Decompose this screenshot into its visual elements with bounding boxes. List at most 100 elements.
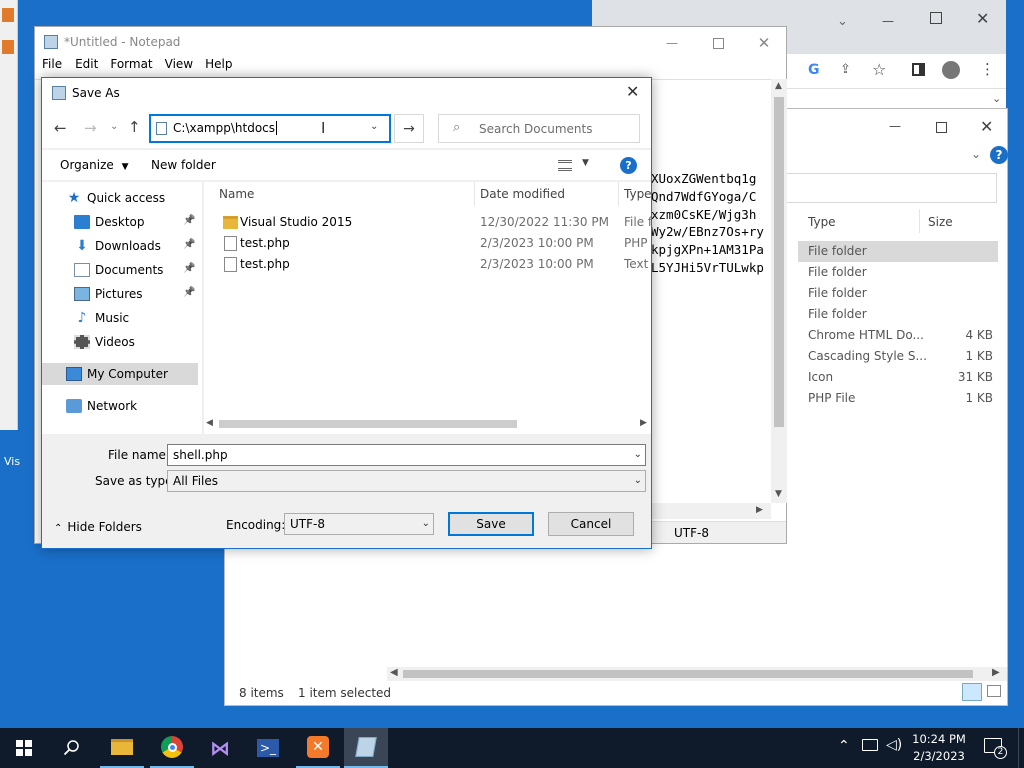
clock-date[interactable]: 2/3/2023 [912, 749, 966, 763]
maximize-button[interactable] [695, 27, 741, 59]
side-panel-icon[interactable] [912, 63, 925, 76]
chevron-down-icon[interactable]: ⌄ [634, 445, 642, 465]
scroll-down-icon[interactable]: ▼ [775, 489, 782, 499]
nav-item-pictures[interactable]: Pictures 📌 [42, 283, 198, 305]
show-desktop-button[interactable] [1018, 728, 1024, 768]
save-button[interactable]: Save [448, 512, 534, 536]
share-icon[interactable]: ⇪ [840, 62, 851, 77]
menu-format[interactable]: Format [104, 57, 158, 77]
close-button[interactable]: ✕ [626, 82, 639, 101]
forward-arrow-icon[interactable]: → [84, 119, 97, 137]
chrome-taskbar-button[interactable] [150, 728, 194, 768]
horizontal-scrollbar[interactable]: ▶ [652, 503, 771, 519]
scrollbar-thumb[interactable] [219, 420, 517, 428]
chevron-down-icon[interactable]: ⌄ [837, 14, 848, 29]
search-box[interactable]: ⌕ Search Documents [438, 114, 640, 143]
minimize-icon[interactable]: — [882, 14, 894, 28]
view-options-icon[interactable] [558, 160, 572, 171]
horizontal-scrollbar[interactable]: ◀ ▶ [387, 667, 1007, 681]
column-header-size[interactable]: Size [928, 215, 953, 229]
address-dropdown-icon[interactable]: ⌄ [370, 121, 378, 132]
address-bar[interactable]: C:\xampp\htdocs I ⌄ [149, 114, 391, 143]
details-view-icon[interactable] [962, 683, 982, 701]
column-header-name[interactable]: Name [219, 182, 254, 206]
nav-item-music[interactable]: ♪ Music [42, 307, 198, 329]
xampp-taskbar-button[interactable]: ✕ [296, 728, 340, 768]
volume-icon[interactable]: ◁) [886, 737, 902, 753]
menu-edit[interactable]: Edit [69, 57, 104, 77]
horizontal-scrollbar[interactable]: ◀ ▶ [204, 416, 651, 432]
network-status-icon[interactable] [862, 739, 878, 751]
profile-avatar[interactable] [942, 61, 960, 79]
scroll-right-icon[interactable]: ▶ [640, 418, 647, 428]
column-header-type[interactable]: Type [808, 215, 836, 229]
column-header-date[interactable]: Date modified [480, 182, 565, 206]
notepad-taskbar-button[interactable] [344, 728, 388, 768]
organize-button[interactable]: Organize ▼ [60, 158, 129, 172]
chevron-down-icon[interactable]: ⌄ [992, 92, 1001, 105]
help-icon[interactable]: ? [990, 146, 1008, 164]
file-name: Visual Studio 2015 [240, 215, 353, 229]
address-input[interactable]: C:\xampp\htdocs [173, 121, 278, 135]
large-icons-view-icon[interactable] [987, 685, 1001, 697]
close-icon[interactable]: ✕ [976, 9, 989, 28]
go-button[interactable]: → [394, 114, 424, 143]
nav-item-videos[interactable]: Videos [42, 331, 198, 353]
back-arrow-icon[interactable]: ← [54, 119, 67, 137]
nav-item-desktop[interactable]: Desktop 📌 [42, 211, 198, 233]
file-name-input[interactable]: shell.php ⌄ [167, 444, 646, 466]
hide-folders-button[interactable]: ⌃ Hide Folders [54, 520, 142, 534]
nav-item-documents[interactable]: Documents 📌 [42, 259, 198, 281]
minimize-icon[interactable]: — [889, 119, 901, 133]
chevron-down-icon: ⌄ [633, 475, 642, 486]
scroll-right-icon[interactable]: ▶ [756, 505, 763, 515]
chevron-down-icon[interactable]: ⌄ [971, 147, 981, 161]
clock-time[interactable]: 10:24 PM [912, 732, 966, 746]
file-row[interactable]: test.php 2/3/2023 10:00 PM Text [204, 254, 648, 275]
column-header-type[interactable]: Type [624, 182, 651, 206]
menu-help[interactable]: Help [199, 57, 238, 77]
scroll-left-icon[interactable]: ◀ [390, 667, 398, 678]
powershell-taskbar-button[interactable]: >_ [246, 728, 290, 768]
close-icon[interactable]: ✕ [980, 117, 993, 136]
encoding-select[interactable]: UTF-8 ⌄ [284, 513, 434, 535]
cancel-button[interactable]: Cancel [548, 512, 634, 536]
file-explorer-taskbar-button[interactable] [100, 728, 144, 768]
nav-item-quick-access[interactable]: ★ Quick access [42, 187, 198, 209]
scroll-up-icon[interactable]: ▲ [775, 81, 782, 91]
file-row[interactable]: test.php 2/3/2023 10:00 PM PHP [204, 233, 648, 254]
start-button[interactable] [2, 728, 46, 768]
help-button[interactable]: ? [620, 157, 637, 174]
vertical-scrollbar[interactable]: ▲ ▼ [771, 79, 787, 503]
desktop-shortcut-label[interactable]: Vis [4, 455, 20, 468]
save-type-select[interactable]: All Files ⌄ [167, 470, 646, 492]
file-row[interactable]: Visual Studio 2015 12/30/2022 11:30 PM Fil… [204, 212, 651, 233]
nav-item-network[interactable]: Network [42, 395, 198, 417]
nav-item-my-computer[interactable]: My Computer [42, 363, 198, 385]
chrome-menu-icon[interactable]: ⋮ [980, 60, 995, 78]
up-arrow-icon[interactable]: ↑ [128, 118, 141, 136]
visual-studio-taskbar-button[interactable]: ⋈ [198, 728, 242, 768]
menu-view[interactable]: View [159, 57, 199, 77]
scrollbar-thumb[interactable] [774, 97, 784, 427]
maximize-icon[interactable] [936, 122, 947, 133]
new-folder-button[interactable]: New folder [151, 158, 216, 172]
nav-item-downloads[interactable]: ⬇ Downloads 📌 [42, 235, 198, 257]
file-size: 31 KB [957, 370, 993, 384]
search-input[interactable]: Search Documents [479, 122, 592, 136]
scrollbar-thumb[interactable] [403, 670, 973, 678]
recent-locations-icon[interactable]: ⌄ [110, 121, 118, 132]
menu-file[interactable]: File [35, 57, 69, 77]
show-hidden-icons-icon[interactable]: ⌃ [838, 738, 850, 754]
search-button[interactable] [50, 728, 94, 768]
scroll-left-icon[interactable]: ◀ [206, 418, 213, 428]
search-box[interactable] [785, 173, 997, 203]
view-dropdown-icon[interactable]: ▼ [582, 158, 589, 168]
minimize-button[interactable]: — [649, 27, 695, 59]
scroll-right-icon[interactable]: ▶ [992, 667, 1000, 678]
google-icon[interactable]: G [808, 62, 820, 78]
bookmark-star-icon[interactable]: ☆ [872, 60, 886, 79]
dialog-titlebar [42, 78, 651, 108]
maximize-icon[interactable] [930, 12, 942, 24]
close-button[interactable]: ✕ [741, 27, 787, 59]
